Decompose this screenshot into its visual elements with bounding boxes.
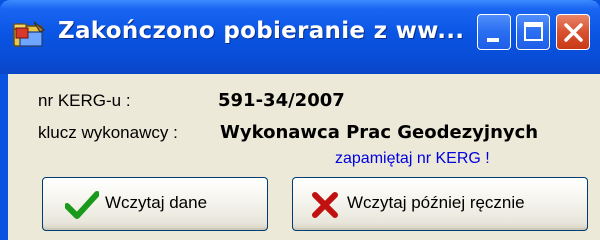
load-later-label: Wczytaj później ręcznie	[347, 193, 525, 212]
load-data-button[interactable]: Wczytaj dane	[42, 177, 268, 231]
dialog-window: Zakończono pobieranie z ww... nr KERG-u …	[0, 0, 600, 240]
minimize-icon	[487, 38, 499, 42]
close-icon	[564, 23, 583, 42]
dialog-body: nr KERG-u : 591-34/2007 klucz wykonawcy …	[8, 74, 600, 240]
x-icon	[311, 191, 339, 224]
close-button[interactable]	[556, 14, 590, 50]
maximize-icon	[524, 22, 543, 41]
checkmark-icon	[64, 191, 100, 224]
contractor-value: Wykonawca Prac Geodezyjnych	[220, 122, 539, 143]
minimize-button[interactable]	[477, 14, 511, 50]
contractor-label: klucz wykonawcy :	[38, 123, 178, 142]
load-data-label: Wczytaj dane	[105, 193, 208, 212]
title-bar[interactable]: Zakończono pobieranie z ww...	[0, 0, 600, 74]
remember-kerg-link[interactable]: zapamiętaj nr KERG !	[335, 150, 490, 168]
kerg-value: 591-34/2007	[218, 90, 345, 111]
load-later-button[interactable]: Wczytaj później ręcznie	[292, 177, 588, 231]
kerg-label: nr KERG-u :	[38, 91, 131, 110]
app-icon	[12, 20, 46, 50]
window-title: Zakończono pobieranie z ww...	[58, 18, 465, 44]
maximize-button[interactable]	[516, 14, 550, 50]
